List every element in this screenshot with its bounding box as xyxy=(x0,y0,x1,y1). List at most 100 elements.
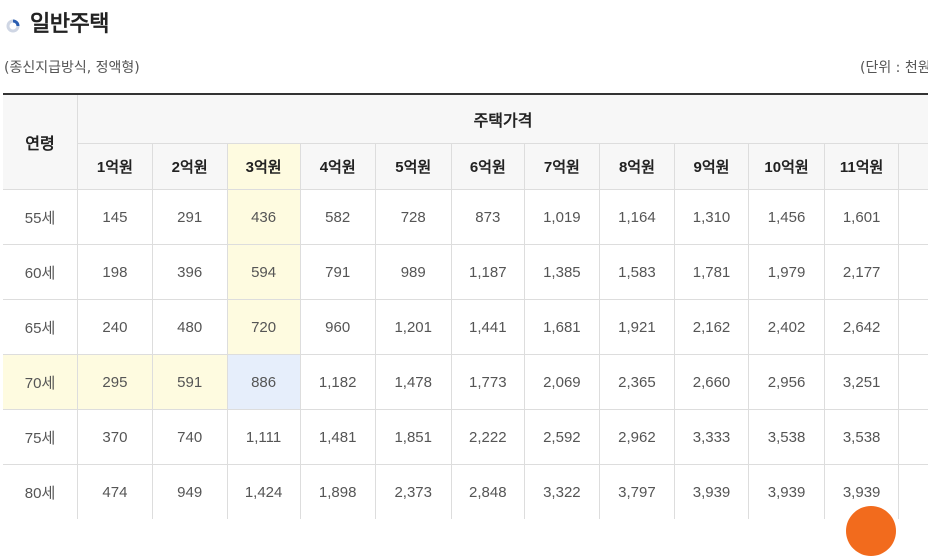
value-cell: 198 xyxy=(77,244,153,300)
value-cell: 1,456 xyxy=(748,189,826,245)
pension-table: 연령 주택가격 1억원 2억원 3억원 4억원 5억원 6억원 7억원 8억원 9억원 10억원 1… xyxy=(3,93,928,519)
value-cell: 3,322 xyxy=(524,464,600,519)
value-cell: 295 xyxy=(77,354,153,410)
value-cell: 2,069 xyxy=(524,354,600,410)
price-column-header: 2억원 xyxy=(152,143,228,190)
floating-action-button[interactable] xyxy=(846,506,896,556)
price-column-header: 3억원 xyxy=(227,143,301,190)
table-row: 70세 295 591 886 1,182 1,478 1,773 2,069 2,365 2,6… xyxy=(3,354,928,410)
price-column-header: 8억원 xyxy=(599,143,675,190)
price-column-header: 7억원 xyxy=(524,143,600,190)
price-column-header: 1억원 xyxy=(77,143,153,190)
value-cell: 791 xyxy=(300,244,376,300)
cutoff-cell xyxy=(898,464,928,519)
cutoff-cell xyxy=(898,189,928,245)
price-group-header: 주택가격 xyxy=(77,93,928,144)
table-row: 55세 145 291 436 582 728 873 1,019 1,164 1,310 1,45… xyxy=(3,189,928,245)
value-cell: 2,373 xyxy=(375,464,452,519)
value-cell: 474 xyxy=(77,464,153,519)
value-cell: 960 xyxy=(300,299,376,355)
value-cell: 3,797 xyxy=(599,464,675,519)
value-cell: 740 xyxy=(152,409,228,465)
table-body: 55세 145 291 436 582 728 873 1,019 1,164 1,310 1,45… xyxy=(3,189,928,519)
half-circle-icon xyxy=(6,19,20,33)
value-cell: 591 xyxy=(152,354,228,410)
price-column-headers: 1억원 2억원 3억원 4억원 5억원 6억원 7억원 8억원 9억원 10억원 11억원 xyxy=(3,143,928,190)
price-column-header: 11억원 xyxy=(824,143,900,190)
price-column-header: 6억원 xyxy=(451,143,525,190)
value-cell: 949 xyxy=(152,464,228,519)
value-cell: 1,187 xyxy=(451,244,525,300)
value-cell: 886 xyxy=(227,354,301,410)
unit-label: (단위 : 천원 xyxy=(860,60,928,76)
value-cell: 1,851 xyxy=(375,409,452,465)
table-row: 60세 198 396 594 791 989 1,187 1,385 1,583 1,781 1,… xyxy=(3,244,928,300)
age-cell: 75세 xyxy=(3,409,79,465)
value-cell: 873 xyxy=(451,189,525,245)
value-cell: 2,956 xyxy=(748,354,826,410)
value-cell: 3,939 xyxy=(674,464,750,519)
value-cell: 1,773 xyxy=(451,354,525,410)
table-subtitle: (종신지급방식, 정액형) xyxy=(4,60,140,76)
value-cell: 1,164 xyxy=(599,189,675,245)
value-cell: 2,177 xyxy=(824,244,900,300)
value-cell: 2,660 xyxy=(674,354,750,410)
age-cell: 80세 xyxy=(3,464,79,519)
value-cell: 396 xyxy=(152,244,228,300)
value-cell: 1,898 xyxy=(300,464,376,519)
value-cell: 1,182 xyxy=(300,354,376,410)
cutoff-cell xyxy=(898,409,928,465)
value-cell: 1,478 xyxy=(375,354,452,410)
value-cell: 1,921 xyxy=(599,299,675,355)
cutoff-cell xyxy=(898,244,928,300)
value-cell: 291 xyxy=(152,189,228,245)
cutoff-cell xyxy=(898,299,928,355)
age-cell: 65세 xyxy=(3,299,79,355)
value-cell: 240 xyxy=(77,299,153,355)
age-cell: 70세 xyxy=(3,354,79,410)
age-cell: 55세 xyxy=(3,189,79,245)
price-column-header-cutoff xyxy=(898,143,928,190)
value-cell: 370 xyxy=(77,409,153,465)
price-column-header: 9억원 xyxy=(674,143,750,190)
age-header: 연령 xyxy=(3,93,79,190)
table-row: 65세 240 480 720 960 1,201 1,441 1,681 1,921 2,162… xyxy=(3,299,928,355)
value-cell: 1,441 xyxy=(451,299,525,355)
value-cell: 2,848 xyxy=(451,464,525,519)
value-cell: 720 xyxy=(227,299,301,355)
value-cell: 1,583 xyxy=(599,244,675,300)
value-cell: 145 xyxy=(77,189,153,245)
value-cell: 728 xyxy=(375,189,452,245)
page-heading: 일반주택 xyxy=(6,6,109,38)
value-cell: 1,424 xyxy=(227,464,301,519)
value-cell: 1,310 xyxy=(674,189,750,245)
value-cell: 594 xyxy=(227,244,301,300)
value-cell: 582 xyxy=(300,189,376,245)
value-cell: 2,222 xyxy=(451,409,525,465)
value-cell: 1,201 xyxy=(375,299,452,355)
value-cell: 1,481 xyxy=(300,409,376,465)
value-cell: 3,939 xyxy=(748,464,826,519)
value-cell: 3,251 xyxy=(824,354,900,410)
value-cell: 1,979 xyxy=(748,244,826,300)
value-cell: 480 xyxy=(152,299,228,355)
value-cell: 2,642 xyxy=(824,299,900,355)
value-cell: 1,111 xyxy=(227,409,301,465)
page-title: 일반주택 xyxy=(30,12,109,37)
value-cell: 2,162 xyxy=(674,299,750,355)
value-cell: 2,402 xyxy=(748,299,826,355)
value-cell: 2,962 xyxy=(599,409,675,465)
value-cell: 1,781 xyxy=(674,244,750,300)
value-cell: 3,333 xyxy=(674,409,750,465)
value-cell: 436 xyxy=(227,189,301,245)
age-cell: 60세 xyxy=(3,244,79,300)
value-cell: 1,601 xyxy=(824,189,900,245)
value-cell: 1,385 xyxy=(524,244,600,300)
value-cell: 1,681 xyxy=(524,299,600,355)
cutoff-cell xyxy=(898,354,928,410)
price-column-header: 10억원 xyxy=(748,143,826,190)
table-row: 80세 474 949 1,424 1,898 2,373 2,848 3,322 3,797 3… xyxy=(3,464,928,519)
table-row: 75세 370 740 1,111 1,481 1,851 2,222 2,592 2,962 3… xyxy=(3,409,928,465)
value-cell: 3,538 xyxy=(824,409,900,465)
value-cell: 3,538 xyxy=(748,409,826,465)
